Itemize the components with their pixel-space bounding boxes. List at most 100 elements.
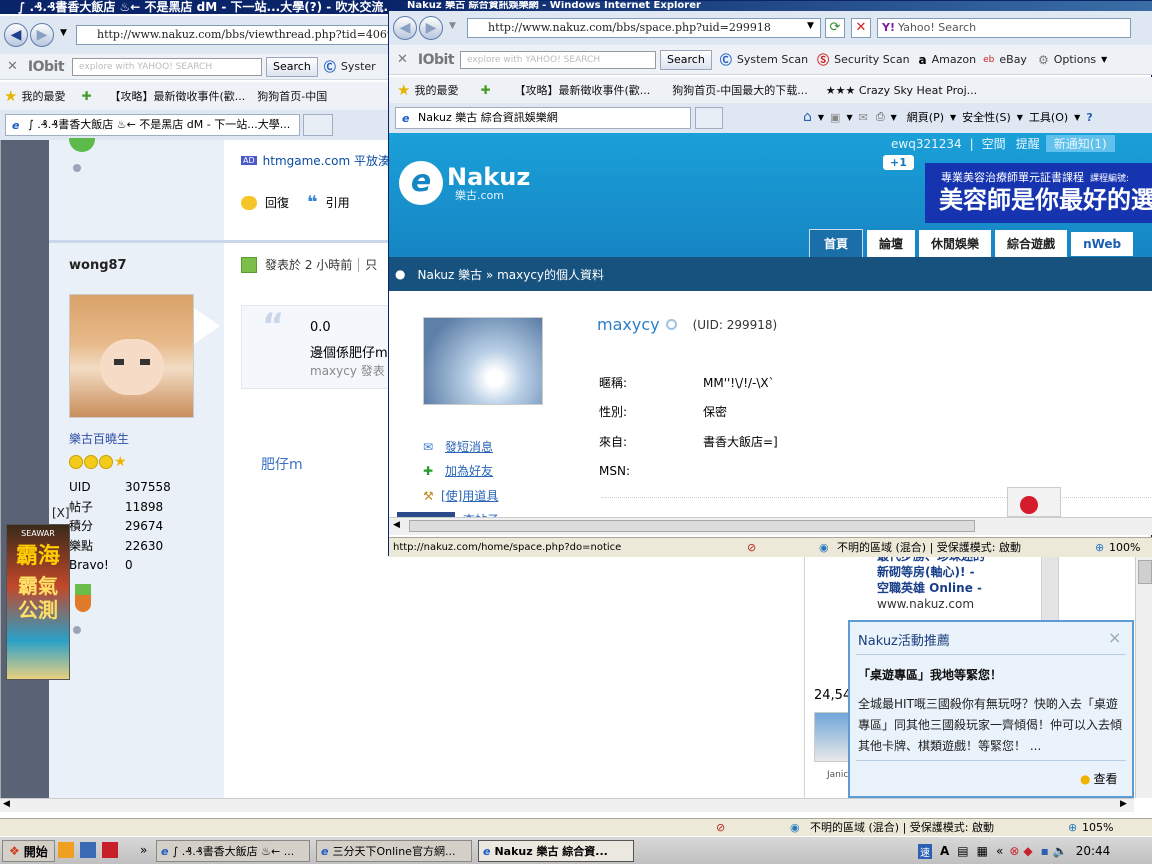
yahoo-search-box[interactable]: Y! Yahoo! Search [877,18,1131,38]
back-yahoo-search-input[interactable]: explore with YAHOO! SEARCH [72,57,263,76]
stop-icon[interactable]: ✕ [851,18,871,38]
system-scan-button[interactable]: System Scan [732,53,813,66]
front-fav-item[interactable]: 【攻略】最新徵收事件(歡... [511,82,655,98]
feeds-icon[interactable]: ▣ [830,111,840,124]
course-ad-banner[interactable]: 專業美容治療師單元証書課程 課程編號: 美容師是你最好的選 [925,163,1152,223]
nav-tab-games[interactable]: 綜合遊戲 [995,230,1068,257]
scroll-thumb[interactable] [1138,560,1152,584]
amazon-button[interactable]: Amazon [927,53,981,66]
current-username[interactable]: ewq321234 [891,137,962,151]
post-username[interactable]: wong87 [69,258,127,273]
home-icon[interactable]: ⌂ [803,109,812,125]
forward-button[interactable]: ▶ [419,16,443,40]
alert-tray-icon[interactable]: ◆ [1023,844,1032,858]
back-new-tab-button[interactable] [303,114,333,136]
forward-button[interactable]: ▶ [30,23,54,47]
quote-icon[interactable]: ❝ [307,192,318,213]
chevron-down-icon[interactable]: ▼ [950,113,956,122]
only-author-link[interactable]: 只 [365,256,377,273]
back-fav-item[interactable]: 狗狗首页-中国 [253,88,331,104]
protected-mode-icon[interactable]: ⊘ [716,819,725,836]
side-link[interactable]: 新砌等房(軸心)! - [877,564,985,580]
chevron-down-icon[interactable]: ▼ [1101,55,1107,64]
back-horizontal-scrollbar[interactable]: ◀ ▶ [0,798,1134,812]
taskbar-item-active[interactable]: e Nakuz 樂古 綜合資... [478,840,634,862]
desktop-icon[interactable] [80,842,96,858]
side-photo[interactable] [814,712,850,762]
media-player-icon[interactable] [58,842,74,858]
address-dropdown-icon[interactable]: ▼ [807,21,814,31]
refresh-icon[interactable]: ⟳ [825,18,845,38]
system-scan-icon[interactable]: Ⓒ [720,51,732,68]
back-button[interactable]: ◀ [393,16,417,40]
back-button[interactable]: ◀ [4,23,28,47]
side-scroll-track[interactable] [1041,554,1059,622]
chevron-down-icon[interactable]: ▼ [1017,113,1023,122]
chevron-down-icon[interactable]: ▼ [891,113,897,122]
history-dropdown-icon[interactable]: ▼ [60,28,67,38]
zoom-icon[interactable]: ⊕ [1095,539,1104,556]
nav-tab-nweb[interactable]: nWeb [1071,231,1134,256]
breadcrumb-text[interactable]: Nakuz 樂古 » maxycy的個人資料 [417,266,604,283]
nav-tab-leisure[interactable]: 休閒娛樂 [919,230,992,257]
ebay-button[interactable]: eBay [994,53,1032,66]
popup-view-link[interactable]: ● 查看 [1080,770,1118,787]
language-icon[interactable]: ▤ [957,844,968,858]
favorites-star-icon[interactable]: ★ [4,87,17,105]
menu-tools[interactable]: 工具(O) [1029,109,1068,125]
chevron-down-icon[interactable]: ▼ [1074,113,1080,122]
gift-icon[interactable] [1007,487,1061,517]
add-friend-link[interactable]: 加為好友 [445,459,493,483]
chevron-down-icon[interactable]: ▼ [818,113,824,122]
menu-safety[interactable]: 安全性(S) [962,109,1011,125]
back-zoom[interactable]: 105% [1082,819,1113,836]
side-link[interactable]: 空職英雄 Online - [877,580,985,596]
front-fav-item[interactable]: 狗狗首页-中国最大的下载... [668,82,811,98]
reminder-link[interactable]: 提醒 [1016,135,1040,152]
scroll-left-arrow-icon[interactable]: ◀ [3,799,10,809]
back-status-zone[interactable]: 不明的區域 (混合) | 受保護模式: 啟動 [810,819,994,836]
reply-icon[interactable] [241,195,257,210]
quote-button[interactable]: 引用 [326,194,350,211]
back-window-titlebar[interactable]: ∫ .₰.₰書香大飯店 ♨← 不是黑店 dM - 下一站...大學(?) - 吹… [0,0,390,14]
profile-photo[interactable] [423,317,543,405]
side-photo-name[interactable]: Janic [827,770,848,780]
back-search-button[interactable]: Search [266,56,318,77]
back-favorites-label[interactable]: 我的最愛 [17,88,69,104]
ad-close-button[interactable]: [X] [52,506,70,520]
scroll-thumb[interactable] [409,520,975,532]
ad-link[interactable]: htmgame.com 平放湊 [263,152,390,169]
notification-badge[interactable]: 新通知(1) [1045,135,1115,152]
amazon-icon[interactable]: a [919,53,927,67]
front-fav-item[interactable]: ★★★ Crazy Sky Heat Proj... [822,84,981,97]
close-toolbar-icon[interactable]: ✕ [7,59,18,74]
front-yahoo-search-input[interactable]: explore with YAHOO! SEARCH [460,50,657,69]
security-tray-icon[interactable]: ⊗ [1009,844,1019,858]
close-toolbar-icon[interactable]: ✕ [397,52,408,67]
taskbar-item[interactable]: e ∫ .₰.₰書香大飯店 ♨← ... [156,840,310,862]
system-scan-icon[interactable]: Ⓒ [324,58,336,75]
front-address-bar[interactable]: http://www.nakuz.com/bbs/space.php?uid=2… [467,18,821,38]
tray-expand-chevron[interactable]: « [996,844,1003,858]
nav-tab-home[interactable]: 首頁 [809,229,864,258]
send-message-link[interactable]: 發短消息 [445,435,493,459]
front-active-tab[interactable]: Nakuz 樂古 綜合資訊娛樂網 [395,107,691,129]
avatar[interactable] [69,294,194,418]
history-dropdown-icon[interactable]: ▼ [449,21,456,31]
font-icon[interactable]: A [940,844,949,858]
front-horizontal-scrollbar[interactable]: ◀ [389,517,1152,535]
menu-page[interactable]: 網頁(P) [907,109,944,125]
reply-button[interactable]: 回復 [265,194,289,211]
back-address-bar[interactable]: http://www.nakuz.com/bbs/viewthread.php?… [76,25,396,45]
mail-icon[interactable]: ✉ [859,111,868,124]
seawar-ad[interactable]: SEAWAR 霸海 霸氣公測 [6,524,70,680]
back-active-tab[interactable]: ∫ .₰.₰書香大飯店 ♨← 不是黑店 dM - 下一站...大學... [5,114,300,136]
taskbar-item[interactable]: e 三分天下Online官方網... [316,840,472,862]
site-logo[interactable]: e Nakuz 樂古.com [399,161,530,205]
use-item-link[interactable]: [使]用道具 [441,484,498,508]
popup-title[interactable]: 「桌遊專區」我地等緊您！ [858,666,1002,683]
add-favorite-icon[interactable]: ✚ [480,83,490,97]
front-window-titlebar[interactable]: Nakuz 樂古 綜合資訊娛樂網 - Windows Internet Expl… [389,1,1152,11]
front-search-button[interactable]: Search [660,49,712,70]
options-button[interactable]: Options [1049,53,1101,66]
